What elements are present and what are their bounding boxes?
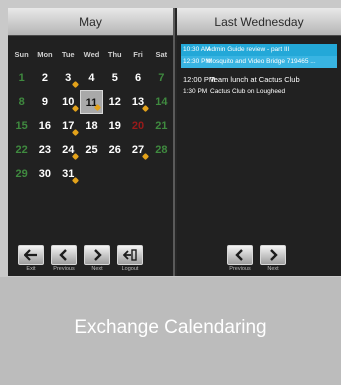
previous-button[interactable]: Previous: [51, 245, 77, 272]
day-cell[interactable]: 31: [57, 162, 80, 186]
day-cell[interactable]: 30: [33, 162, 56, 186]
chevron-right-icon: [270, 249, 278, 261]
day-cell[interactable]: 23: [33, 138, 56, 162]
day-cell[interactable]: 21: [150, 114, 173, 138]
exit-button[interactable]: Exit: [18, 245, 44, 272]
weekday-label: Mon: [37, 50, 53, 59]
day-cell[interactable]: 9: [33, 90, 56, 114]
day-cell[interactable]: 28: [150, 138, 173, 162]
day-cell[interactable]: 10: [57, 90, 80, 114]
event-item[interactable]: 12:00 PM Team lunch at Cactus Club: [181, 74, 337, 86]
next-button[interactable]: Next: [84, 245, 110, 272]
day-cell[interactable]: 25: [80, 138, 103, 162]
day-cell[interactable]: 22: [10, 138, 33, 162]
day-cell[interactable]: 24: [57, 138, 80, 162]
day-cell[interactable]: 17: [57, 114, 80, 138]
event-title: Team lunch at Cactus Club: [210, 75, 300, 84]
weekday-label: Wed: [83, 50, 100, 59]
event-title: Admin Guide review - part III: [207, 46, 290, 53]
agenda-previous-button[interactable]: Previous: [227, 245, 253, 272]
weekday-label: Sun: [14, 50, 29, 59]
weekday-header: Sun Mon Tue Wed Thu Fri Sat: [10, 50, 173, 59]
day-cell[interactable]: 12: [103, 90, 126, 114]
day-cell[interactable]: 16: [33, 114, 56, 138]
day-cell[interactable]: 26: [103, 138, 126, 162]
event-item[interactable]: 12:30 PM Mosquito and Video Bridge 71946…: [181, 56, 337, 68]
week-row: 15 16 17 18 19 20 21: [10, 114, 173, 138]
agenda-title: Last Wednesday: [177, 8, 341, 36]
day-cell: [80, 162, 103, 186]
event-marker-icon: [71, 104, 79, 113]
agenda-next-button[interactable]: Next: [260, 245, 286, 272]
event-time: 10:30 AM: [183, 46, 211, 53]
event-marker-icon: [71, 176, 79, 185]
chevron-left-icon: [59, 249, 67, 261]
arrow-left-icon: [24, 249, 37, 261]
day-cell[interactable]: 4: [80, 66, 103, 90]
agenda-nav-bar: Previous Next: [227, 245, 293, 272]
day-cell-today[interactable]: 11: [79, 90, 104, 114]
month-nav-bar: Exit Previous Next Logout: [18, 245, 150, 272]
day-cell: [103, 162, 126, 186]
event-marker-icon: [71, 80, 79, 89]
week-row: 22 23 24 25 26 27 28: [10, 138, 173, 162]
month-panel: May Sun Mon Tue Wed Thu Fri Sat 1 2 3 4 …: [8, 8, 175, 276]
event-title: Cactus Club on Lougheed: [210, 88, 286, 95]
event-marker-icon: [141, 104, 149, 113]
day-cell[interactable]: 13: [126, 90, 149, 114]
day-cell[interactable]: 6: [126, 66, 149, 90]
event-marker-icon: [71, 152, 79, 161]
day-cell[interactable]: 5: [103, 66, 126, 90]
weekday-label: Thu: [107, 50, 122, 59]
week-row: 29 30 31: [10, 162, 173, 186]
month-title: May: [8, 8, 173, 36]
event-marker-icon: [71, 128, 79, 137]
day-cell[interactable]: 7: [150, 66, 173, 90]
event-list: 10:30 AM Admin Guide review - part III 1…: [181, 44, 337, 98]
event-item[interactable]: 10:30 AM Admin Guide review - part III: [181, 44, 337, 56]
week-row: 8 9 10 11 12 13 14: [10, 90, 173, 114]
day-cell[interactable]: 27: [126, 138, 149, 162]
caption-title: Exchange Calendaring: [74, 317, 267, 338]
chevron-right-icon: [94, 249, 102, 261]
day-cell[interactable]: 29: [10, 162, 33, 186]
event-marker-icon: [141, 152, 149, 161]
caption-band: Exchange Calendaring: [0, 277, 341, 385]
day-cell[interactable]: 18: [80, 114, 103, 138]
event-time: 1:30 PM: [183, 88, 208, 95]
chevron-left-icon: [235, 249, 243, 261]
logout-icon: [123, 249, 137, 261]
day-cell[interactable]: 1: [10, 66, 33, 90]
day-cell[interactable]: 3: [57, 66, 80, 90]
weekday-label: Tue: [61, 50, 75, 59]
logout-button[interactable]: Logout: [117, 245, 143, 272]
day-cell[interactable]: 19: [103, 114, 126, 138]
calendar-screen: May Sun Mon Tue Wed Thu Fri Sat 1 2 3 4 …: [8, 8, 341, 276]
event-time: 12:00 PM: [183, 75, 216, 84]
event-time: 12:30 PM: [183, 58, 211, 65]
logout-label: Logout: [121, 266, 139, 272]
day-cell[interactable]: 20: [126, 114, 149, 138]
agenda-panel: Last Wednesday 10:30 AM Admin Guide revi…: [177, 8, 341, 276]
event-marker-icon: [94, 103, 102, 112]
next-label: Next: [267, 266, 279, 272]
month-grid: 1 2 3 4 5 6 7 8 9 10 11 12 13 14 15 16 1…: [10, 66, 173, 186]
week-row: 1 2 3 4 5 6 7: [10, 66, 173, 90]
device-frame: May Sun Mon Tue Wed Thu Fri Sat 1 2 3 4 …: [0, 0, 341, 277]
day-cell[interactable]: 14: [150, 90, 173, 114]
day-cell[interactable]: 8: [10, 90, 33, 114]
day-cell: [150, 162, 173, 186]
event-item[interactable]: 1:30 PM Cactus Club on Lougheed: [181, 86, 337, 98]
weekday-label: Fri: [133, 50, 143, 59]
event-title: Mosquito and Video Bridge 719465 ...: [207, 58, 316, 65]
day-cell[interactable]: 2: [33, 66, 56, 90]
day-cell: [126, 162, 149, 186]
day-cell[interactable]: 15: [10, 114, 33, 138]
weekday-label: Sat: [155, 50, 168, 59]
